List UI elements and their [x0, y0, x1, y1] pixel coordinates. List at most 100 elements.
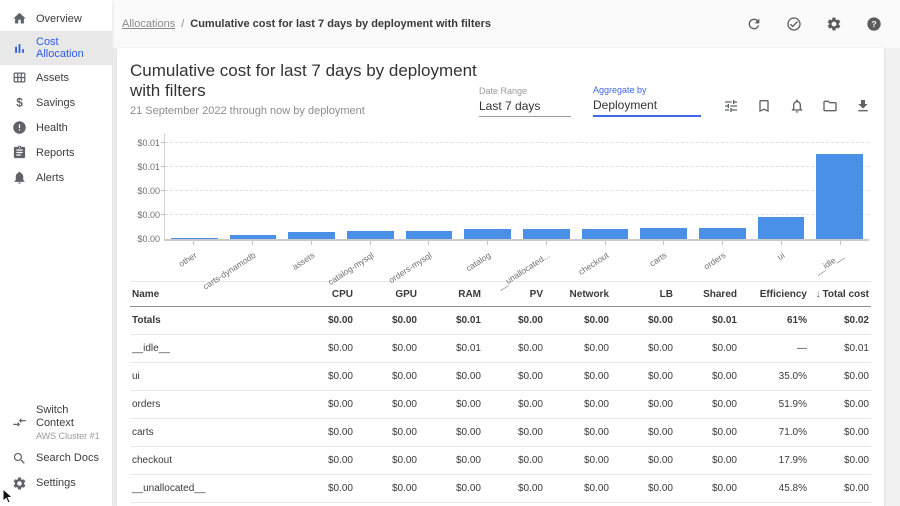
bar-ui[interactable] — [758, 217, 805, 239]
sidebar-item-label: Savings — [36, 97, 75, 109]
topbar: Allocations / Cumulative cost for last 7… — [112, 0, 900, 48]
cell-ram: $0.00 — [419, 427, 483, 438]
sidebar-item-savings[interactable]: $ Savings — [0, 90, 112, 115]
bookmark-icon[interactable] — [756, 98, 772, 114]
dollar-icon: $ — [12, 95, 27, 110]
column-header-name[interactable]: Name — [130, 289, 291, 300]
report-titles: Cumulative cost for last 7 days by deplo… — [130, 61, 479, 117]
table-row-ui[interactable]: ui$0.00$0.00$0.00$0.00$0.00$0.00$0.0035.… — [130, 363, 871, 391]
x-axis-tick — [663, 241, 664, 245]
bar-orders-mysql[interactable] — [406, 231, 453, 239]
refresh-icon[interactable] — [746, 16, 762, 32]
cell-ram: $0.01 — [419, 343, 483, 354]
x-axis-tick — [193, 241, 194, 245]
y-axis-tick-label: $0.01 — [132, 162, 160, 172]
table-row-__unallocated__[interactable]: __unallocated__$0.00$0.00$0.00$0.00$0.00… — [130, 475, 871, 503]
bar-catalog-mysql[interactable] — [347, 231, 394, 239]
table-row-checkout[interactable]: checkout$0.00$0.00$0.00$0.00$0.00$0.00$0… — [130, 447, 871, 475]
chart-plot-area: $0.00$0.00$0.00$0.01$0.01 — [164, 133, 869, 241]
date-range-value[interactable]: Last 7 days — [479, 99, 571, 117]
column-header-ram[interactable]: RAM — [419, 289, 483, 300]
bar-carts-dynamodb[interactable] — [230, 235, 277, 239]
sidebar-item-assets[interactable]: Assets — [0, 65, 112, 90]
sidebar-item-health[interactable]: Health — [0, 115, 112, 140]
bell-outline-icon[interactable] — [789, 98, 805, 114]
breadcrumb-separator: / — [181, 18, 184, 30]
bar-__unallocated...[interactable] — [523, 229, 570, 239]
cell-name: Totals — [130, 315, 291, 326]
sidebar-item-cost-allocation[interactable]: Cost Allocation — [0, 31, 112, 65]
cell-name: carts — [130, 427, 291, 438]
x-axis-tick-label: catalog — [464, 250, 492, 273]
y-axis-tick-label: $0.01 — [132, 138, 160, 148]
mouse-cursor — [2, 489, 16, 505]
cell-total-cost: $0.02 — [809, 315, 871, 326]
cell-ram: $0.00 — [419, 371, 483, 382]
column-header-shared[interactable]: Shared — [675, 289, 739, 300]
page-title: Cumulative cost for last 7 days by deplo… — [130, 61, 479, 101]
cell-ram: $0.00 — [419, 399, 483, 410]
column-header-lb[interactable]: LB — [611, 289, 675, 300]
column-header-network[interactable]: Network — [545, 289, 611, 300]
x-axis-tick — [370, 241, 371, 245]
bar-__idle__[interactable] — [816, 154, 863, 239]
chart-gridline — [165, 166, 869, 167]
cell-total-cost: $0.00 — [809, 427, 871, 438]
bell-icon — [12, 170, 27, 185]
aggregate-by-field[interactable]: Aggregate by Deployment — [593, 85, 701, 117]
bar-orders[interactable] — [699, 228, 746, 239]
x-axis-tick — [546, 241, 547, 245]
column-header-total-cost[interactable]: ↓Total cost — [809, 289, 871, 300]
cell-cpu: $0.00 — [291, 399, 355, 410]
date-range-field[interactable]: Date Range Last 7 days — [479, 86, 571, 117]
cell-shared: $0.00 — [675, 483, 739, 494]
cell-cpu: $0.00 — [291, 455, 355, 466]
sidebar: OverviewCost Allocation Assets $ Savings Hea… — [0, 0, 112, 506]
sidebar-item-search-docs[interactable]: Search Docs — [0, 446, 112, 471]
download-icon[interactable] — [855, 98, 871, 114]
breadcrumb-parent-link[interactable]: Allocations — [122, 18, 175, 30]
sidebar-item-settings[interactable]: Settings — [0, 471, 112, 496]
chart-gridline — [165, 142, 869, 143]
gear-icon[interactable] — [826, 16, 842, 32]
search-icon — [12, 451, 27, 466]
cell-total-cost: $0.00 — [809, 371, 871, 382]
bar-catalog[interactable] — [464, 229, 511, 239]
sidebar-item-label: Assets — [36, 72, 69, 84]
column-header-efficiency[interactable]: Efficiency — [739, 289, 809, 300]
report-toolbar-icons — [723, 98, 871, 117]
check-circle-icon[interactable] — [786, 16, 802, 32]
bar-checkout[interactable] — [582, 229, 629, 239]
column-header-gpu[interactable]: GPU — [355, 289, 419, 300]
folder-icon[interactable] — [822, 98, 838, 114]
help-icon[interactable]: ? — [866, 16, 882, 32]
cell-network: $0.00 — [545, 399, 611, 410]
cell-lb: $0.00 — [611, 455, 675, 466]
cell-name: ui — [130, 371, 291, 382]
table-row-orders[interactable]: orders$0.00$0.00$0.00$0.00$0.00$0.00$0.0… — [130, 391, 871, 419]
sidebar-item-reports[interactable]: Reports — [0, 140, 112, 165]
cell-pv: $0.00 — [483, 427, 545, 438]
bar-carts[interactable] — [640, 228, 687, 239]
column-header-cpu[interactable]: CPU — [291, 289, 355, 300]
table-row-totals[interactable]: Totals$0.00$0.00$0.01$0.00$0.00$0.00$0.0… — [130, 307, 871, 335]
cell-shared: $0.00 — [675, 427, 739, 438]
svg-text:$: $ — [16, 95, 23, 109]
x-axis-tick-label: checkout — [576, 250, 610, 277]
bar-assets[interactable] — [288, 232, 335, 239]
cell-total-cost: $0.00 — [809, 399, 871, 410]
cell-network: $0.00 — [545, 483, 611, 494]
column-header-pv[interactable]: PV — [483, 289, 545, 300]
bar-other[interactable] — [171, 238, 218, 239]
main-area: Allocations / Cumulative cost for last 7… — [112, 0, 900, 506]
cell-total-cost: $0.00 — [809, 455, 871, 466]
tune-icon[interactable] — [723, 98, 739, 114]
table-row-carts[interactable]: carts$0.00$0.00$0.00$0.00$0.00$0.00$0.00… — [130, 419, 871, 447]
sidebar-item-overview[interactable]: Overview — [0, 6, 112, 31]
aggregate-by-value[interactable]: Deployment — [593, 98, 701, 117]
cell-cpu: $0.00 — [291, 371, 355, 382]
sidebar-item-switch-context[interactable]: Switch ContextAWS Cluster #1 — [0, 399, 112, 446]
content-area: Cumulative cost for last 7 days by deplo… — [112, 48, 900, 506]
sidebar-item-alerts[interactable]: Alerts — [0, 165, 112, 190]
table-row-__idle__[interactable]: __idle__$0.00$0.00$0.01$0.00$0.00$0.00$0… — [130, 335, 871, 363]
